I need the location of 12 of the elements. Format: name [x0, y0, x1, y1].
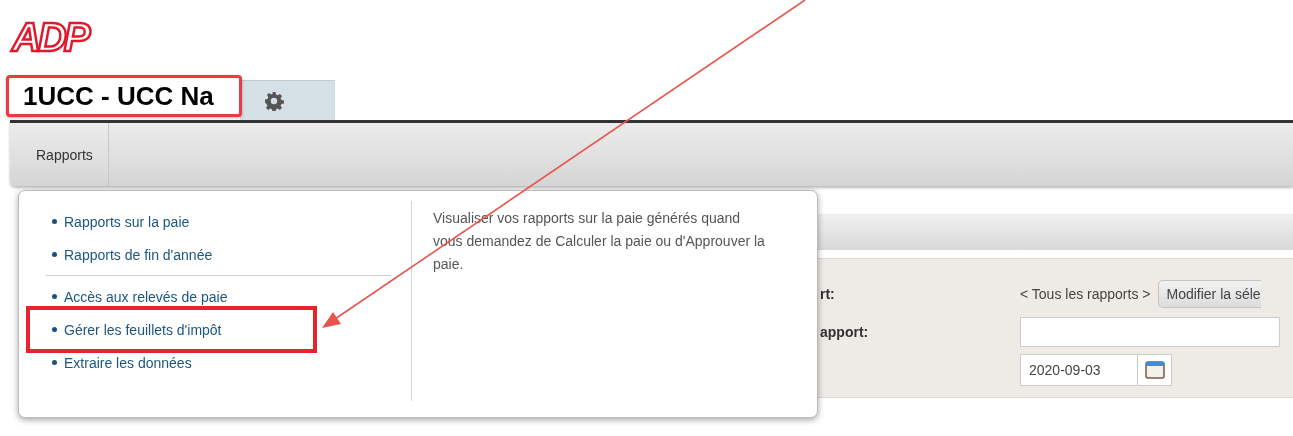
field-label: rt: — [820, 286, 836, 302]
menu-item[interactable]: Rapports — [10, 123, 109, 186]
modify-button[interactable]: Modifier la séle — [1158, 280, 1261, 308]
company-tab[interactable]: 1UCC - UCC Na — [6, 75, 242, 117]
menu-link[interactable]: Extraire les données — [64, 354, 192, 371]
menu-link[interactable]: Rapports sur la paie — [64, 213, 190, 230]
menu-link[interactable]: Gérer les feuillets d'impôt — [64, 321, 222, 338]
report-selector-text[interactable]: < Tous les rapports > — [1020, 286, 1151, 302]
date-field[interactable]: 2020-09-03 — [1020, 354, 1138, 386]
field-label: apport: — [820, 324, 870, 340]
menu-link[interactable]: Accès aux relevés de paie — [64, 288, 228, 305]
menu-link[interactable]: Rapports de fin d'année — [64, 246, 213, 263]
